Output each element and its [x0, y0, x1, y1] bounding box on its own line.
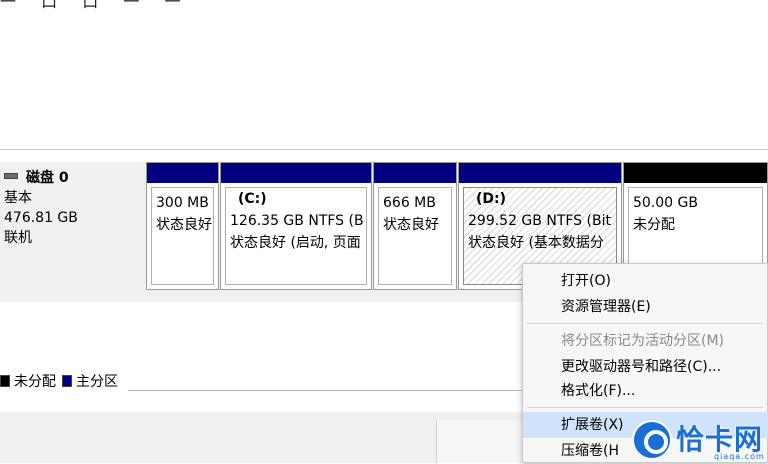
- watermark-subtext: qiaqa.com: [714, 452, 765, 461]
- partition-bar: [374, 163, 456, 183]
- partition-bar: [147, 163, 218, 183]
- partition-c[interactable]: (C:) 126.35 GB NTFS (B 状态良好 (启动, 页面: [220, 162, 372, 290]
- partition-status: 状态良好: [156, 217, 212, 233]
- watermark: 恰卡网 qiaqa.com: [628, 418, 768, 463]
- partial-text-1: 一: [0, 0, 18, 11]
- disk-icon: [4, 173, 18, 179]
- menu-separator: [527, 323, 763, 324]
- disk-size: 476.81 GB: [4, 210, 78, 226]
- logo-circle-icon: [632, 420, 672, 460]
- menu-item-mark-active[interactable]: 将分区标记为活动分区(M): [523, 328, 768, 354]
- volume-list-partial-row: 一 口 口 一 一: [0, 0, 199, 12]
- menu-item-explorer[interactable]: 资源管理器(E): [523, 294, 768, 320]
- partition-status: 状态良好 (基本数据分: [468, 235, 604, 251]
- partial-text-3: 口: [82, 0, 100, 11]
- volume-list-pane: 一 口 口 一 一: [0, 0, 768, 150]
- partition-size: 50.00 GB: [633, 195, 698, 211]
- partition-size: 299.52 GB NTFS (Bit: [468, 213, 611, 229]
- partition-status: 状态良好: [383, 217, 439, 233]
- legend-primary-swatch: [62, 375, 72, 387]
- legend-unallocated-label: 未分配: [14, 374, 56, 390]
- partial-text-2: 口: [41, 0, 59, 11]
- partial-text-4: 一: [123, 0, 141, 11]
- menu-item-change-drive-letter[interactable]: 更改驱动器号和路径(C)...: [523, 354, 768, 380]
- partition-body: (C:) 126.35 GB NTFS (B 状态良好 (启动, 页面: [225, 187, 367, 285]
- partition-bar: [221, 163, 371, 183]
- legend-divider: [128, 390, 528, 391]
- legend: 未分配 主分区: [0, 372, 118, 390]
- disk-name: 磁盘 0: [26, 170, 69, 186]
- menu-item-open[interactable]: 打开(O): [523, 268, 768, 294]
- partition-size: 300 MB: [156, 195, 209, 211]
- menu-item-format[interactable]: 格式化(F)...: [523, 378, 768, 404]
- partition-body: 300 MB 状态良好: [151, 187, 214, 285]
- legend-primary-label: 主分区: [76, 374, 118, 390]
- partition-bar: [459, 163, 621, 183]
- disk-type: 基本: [4, 190, 32, 206]
- partial-text-5: 一: [164, 0, 182, 11]
- partition-status: 未分配: [633, 217, 675, 233]
- partition-label: (C:): [238, 191, 267, 207]
- disk-status: 联机: [4, 230, 32, 246]
- partition-body: 666 MB 状态良好: [378, 187, 452, 285]
- partition-size: 126.35 GB NTFS (B: [230, 213, 364, 229]
- menu-separator: [527, 407, 763, 408]
- partition-status: 状态良好 (启动, 页面: [230, 235, 361, 251]
- partition-bar: [624, 163, 767, 183]
- partition-label: (D:): [476, 191, 507, 207]
- disk-info[interactable]: 磁盘 0 基本 476.81 GB 联机: [0, 162, 146, 302]
- legend-unallocated-swatch: [0, 375, 10, 387]
- partition-efi[interactable]: 300 MB 状态良好: [146, 162, 219, 290]
- partition-size: 666 MB: [383, 195, 436, 211]
- partition-recovery[interactable]: 666 MB 状态良好: [373, 162, 457, 290]
